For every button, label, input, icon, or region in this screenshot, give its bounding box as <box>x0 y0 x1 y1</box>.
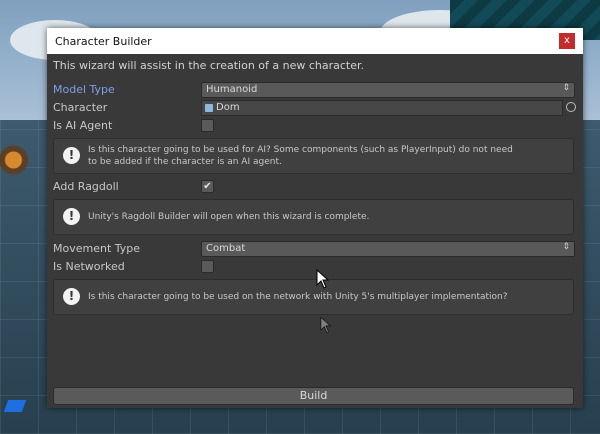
network-help-text: Is this character going to be used on th… <box>88 292 508 302</box>
network-help-box: ! Is this character going to be used on … <box>53 279 574 315</box>
window-title: Character Builder <box>55 34 152 48</box>
title-bar[interactable]: Character Builder x <box>47 28 583 54</box>
dropdown-arrow-icon: ⇕ <box>562 83 570 93</box>
ai-help-box: ! Is this character going to be used for… <box>53 138 574 174</box>
character-value: Dom <box>216 102 240 113</box>
add-ragdoll-label: Add Ragdoll <box>53 180 119 193</box>
is-ai-agent-checkbox[interactable] <box>201 119 214 132</box>
is-networked-label: Is Networked <box>53 260 125 273</box>
close-button[interactable]: x <box>559 33 575 49</box>
is-networked-checkbox[interactable] <box>201 260 214 273</box>
build-button[interactable]: Build <box>53 387 574 405</box>
is-ai-agent-label: Is AI Agent <box>53 119 113 132</box>
scene-robot <box>0 140 45 180</box>
mouse-cursor-icon <box>316 269 330 289</box>
object-picker-icon[interactable] <box>566 102 576 112</box>
info-icon: ! <box>63 208 80 225</box>
model-type-dropdown[interactable]: Humanoid ⇕ <box>201 82 575 98</box>
is-networked-row: Is Networked <box>53 259 577 275</box>
ai-help-line-2: to be added if the character is an AI ag… <box>88 157 282 167</box>
add-ragdoll-row: Add Ragdoll ✔ <box>53 179 577 195</box>
movement-type-row: Movement Type Combat ⇕ <box>53 241 577 257</box>
info-icon: ! <box>63 147 80 164</box>
character-label: Character <box>53 101 108 114</box>
wizard-content: This wizard will assist in the creation … <box>47 54 583 408</box>
intro-text: This wizard will assist in the creation … <box>53 59 365 72</box>
ragdoll-help-box: ! Unity's Ragdoll Builder will open when… <box>53 199 574 235</box>
is-ai-agent-row: Is AI Agent <box>53 118 577 134</box>
ragdoll-help-text: Unity's Ragdoll Builder will open when t… <box>88 212 370 222</box>
info-icon: ! <box>63 288 80 305</box>
movement-type-label: Movement Type <box>53 242 141 255</box>
movement-type-value: Combat <box>206 243 246 254</box>
character-object-field[interactable]: Dom <box>201 100 563 116</box>
character-row: Character Dom <box>53 100 577 116</box>
dropdown-arrow-icon: ⇕ <box>562 242 570 252</box>
add-ragdoll-checkbox[interactable]: ✔ <box>201 180 214 193</box>
game-object-icon <box>205 104 213 112</box>
character-builder-window: Character Builder x This wizard will ass… <box>47 28 583 408</box>
model-type-value: Humanoid <box>206 84 258 95</box>
ghost-cursor-icon <box>320 316 332 334</box>
ai-help-line-1: Is this character going to be used for A… <box>88 145 513 155</box>
model-type-label: Model Type <box>53 83 115 96</box>
ai-help-text: Is this character going to be used for A… <box>88 144 513 168</box>
model-type-row: Model Type Humanoid ⇕ <box>53 82 577 98</box>
movement-type-dropdown[interactable]: Combat ⇕ <box>201 241 575 257</box>
